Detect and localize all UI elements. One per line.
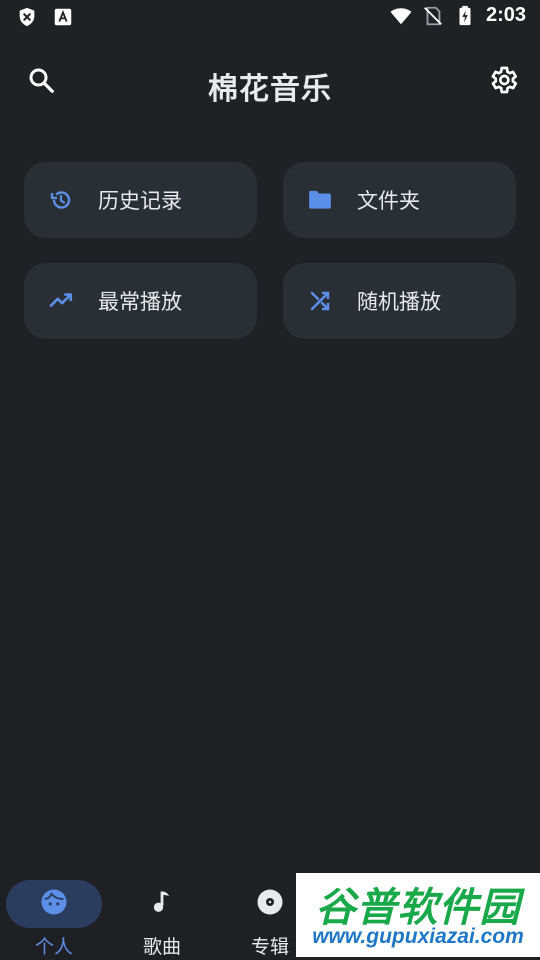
nav-label-songs: 歌曲 [142, 936, 181, 958]
face-icon [39, 887, 69, 921]
nav-label-personal: 个人 [34, 936, 73, 958]
battery-charging-icon [454, 5, 476, 27]
shield-x-icon [16, 6, 38, 28]
shuffle-card-label: 随机播放 [357, 290, 441, 314]
status-time: 2:03 [485, 4, 526, 26]
nav-item-songs[interactable]: 歌曲 [114, 880, 210, 960]
history-icon [48, 187, 74, 213]
shuffle-icon [307, 288, 333, 314]
nav-item-personal[interactable]: 个人 [6, 880, 102, 960]
history-card-label: 历史记录 [98, 189, 182, 213]
album-icon [255, 887, 285, 921]
watermark: 谷普软件园 www.gupuxiazai.com [296, 873, 540, 957]
folder-card[interactable]: 文件夹 [283, 162, 516, 238]
music-note-icon [148, 888, 176, 920]
wifi-icon [390, 5, 412, 27]
status-bar: 2:03 [0, 0, 540, 36]
history-card[interactable]: 历史记录 [24, 162, 257, 238]
folder-icon [307, 187, 333, 213]
most-played-card-label: 最常播放 [98, 290, 182, 314]
app-header: 棉花音乐 [0, 52, 540, 114]
nav-active-indicator [6, 880, 102, 928]
no-sim-icon [422, 5, 444, 27]
folder-card-label: 文件夹 [357, 189, 420, 213]
most-played-card[interactable]: 最常播放 [24, 263, 257, 339]
watermark-url: www.gupuxiazai.com [312, 925, 524, 948]
settings-button[interactable] [485, 64, 521, 100]
shuffle-card[interactable]: 随机播放 [283, 263, 516, 339]
text-a-icon [52, 6, 74, 28]
trending-up-icon [48, 288, 74, 314]
page-title: 棉花音乐 [208, 72, 332, 107]
gear-icon [487, 64, 519, 100]
